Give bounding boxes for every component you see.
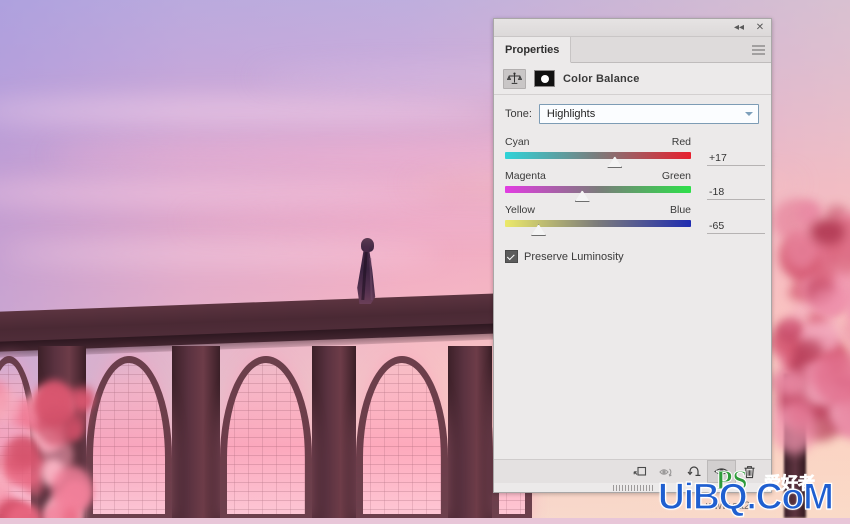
blossom-cluster (814, 353, 850, 405)
blossom-cluster (73, 392, 93, 411)
properties-panel: ◂◂ ✕ Properties Color Balance Tone: (493, 18, 772, 493)
tone-label: Tone: (505, 108, 532, 120)
blossom-cluster (35, 394, 69, 420)
slider-value-cyan-red[interactable]: +17 (707, 152, 765, 166)
close-icon[interactable]: ✕ (754, 22, 766, 34)
slider-track[interactable] (505, 152, 691, 159)
blossom-cluster (2, 438, 37, 473)
bridge-pier (448, 346, 492, 518)
toggle-layer-visibility-button[interactable] (707, 460, 736, 483)
slider-right-label: Blue (670, 204, 691, 216)
tone-row: Tone: Highlights (494, 95, 771, 128)
tone-select[interactable]: Highlights (539, 104, 759, 124)
reset-adjustment-button[interactable] (680, 461, 707, 482)
blossom-cluster (810, 219, 845, 246)
tab-properties-label: Properties (505, 44, 559, 56)
slider-left-label: Magenta (505, 170, 546, 182)
blossom-cluster (795, 339, 823, 361)
preserve-luminosity-checkbox[interactable] (505, 250, 518, 263)
slider-track[interactable] (505, 220, 691, 227)
slider-left-label: Yellow (505, 204, 535, 216)
slider-value-magenta-green[interactable]: -18 (707, 186, 765, 200)
layer-mask-thumbnail[interactable] (534, 70, 555, 87)
panel-tab-bar: Properties (494, 37, 771, 63)
tone-select-value: Highlights (547, 108, 595, 120)
slider-cyan-red: Cyan Red +17 (494, 134, 771, 168)
cloaked-figure (350, 236, 384, 304)
preserve-luminosity-label: Preserve Luminosity (524, 251, 624, 263)
chevron-down-icon (745, 112, 753, 116)
slider-track[interactable] (505, 186, 691, 193)
panel-titlebar: ◂◂ ✕ (494, 19, 771, 37)
arch-brick-texture (86, 356, 172, 518)
preserve-luminosity-row: Preserve Luminosity (494, 236, 771, 263)
adjustment-title: Color Balance (563, 73, 640, 85)
panel-footer-toolbar (494, 459, 771, 483)
arch-brick-texture (356, 356, 448, 518)
cloud-band (0, 181, 442, 204)
slider-left-label: Cyan (505, 136, 530, 148)
delete-adjustment-button[interactable] (736, 461, 763, 482)
adjustment-header: Color Balance (494, 63, 771, 95)
slider-value-yellow-blue[interactable]: -65 (707, 220, 765, 234)
panel-menu-hamburger-icon[interactable] (752, 45, 765, 54)
blossom-cluster (812, 289, 844, 316)
mask-shape (541, 75, 549, 83)
slider-right-label: Green (662, 170, 691, 182)
tab-properties[interactable]: Properties (494, 37, 571, 63)
color-balance-sliders: Cyan Red +17 Magenta Green -18 Yellow (494, 128, 771, 236)
panel-resize-grip[interactable] (613, 485, 653, 491)
bridge-pier (312, 346, 356, 518)
color-balance-scales-icon[interactable] (503, 69, 526, 89)
toggle-mask-preview-button[interactable] (653, 461, 680, 482)
slider-magenta-green: Magenta Green -18 (494, 168, 771, 202)
slider-yellow-blue: Yellow Blue -65 (494, 202, 771, 236)
collapse-double-arrow-icon[interactable]: ◂◂ (733, 22, 745, 34)
bridge-pier (172, 346, 220, 518)
cherry-blossom-right (766, 198, 850, 518)
cherry-blossom-left (0, 378, 90, 518)
clip-to-layer-button[interactable] (626, 461, 653, 482)
slider-right-label: Red (672, 136, 691, 148)
arch-brick-texture (220, 356, 312, 518)
